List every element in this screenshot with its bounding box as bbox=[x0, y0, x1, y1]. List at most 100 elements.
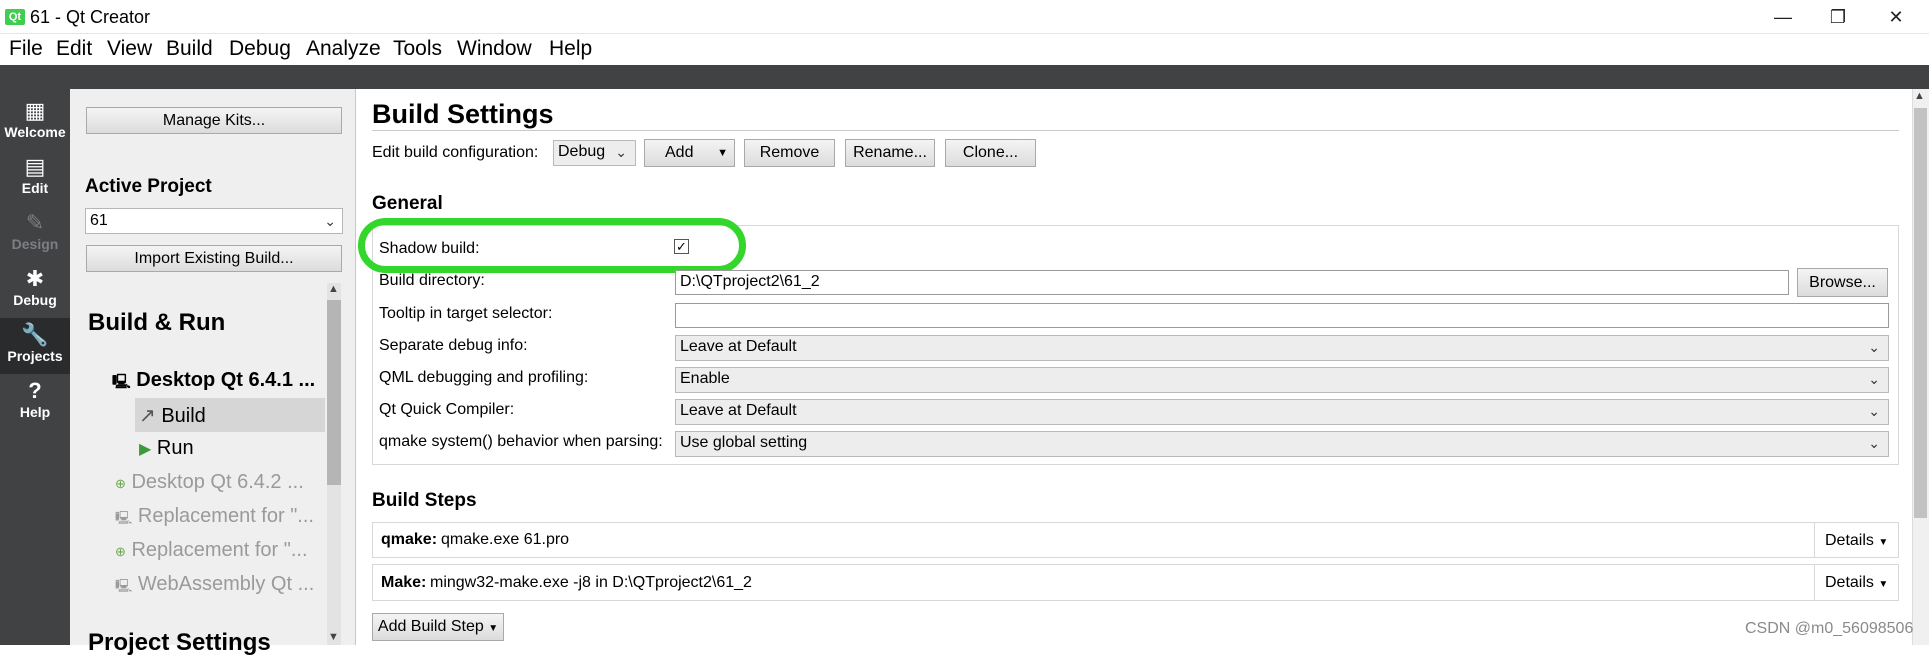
menu-file[interactable]: File bbox=[9, 37, 43, 61]
active-project-value: 61 bbox=[90, 212, 108, 229]
manage-kits-button[interactable]: Manage Kits... bbox=[86, 107, 342, 134]
chevron-down-icon: ⌄ bbox=[1868, 371, 1880, 387]
step-details-button[interactable]: Details ▼ bbox=[1825, 574, 1888, 592]
menu-view[interactable]: View bbox=[107, 37, 152, 61]
qmake-behavior-select[interactable]: Use global setting ⌄ bbox=[675, 431, 1889, 457]
build-run-heading: Build & Run bbox=[88, 309, 226, 336]
kit-desktop-642[interactable]: ⊕ Desktop Qt 6.4.2 ... bbox=[115, 471, 304, 494]
add-button-label: Add bbox=[665, 144, 694, 161]
qmake-behavior-value: Use global setting bbox=[680, 434, 808, 451]
menu-window[interactable]: Window bbox=[457, 37, 532, 61]
edit-config-label: Edit build configuration: bbox=[372, 144, 539, 161]
kit-replacement-1[interactable]: 🖳 Replacement for "... bbox=[115, 505, 314, 531]
step-divider bbox=[1814, 523, 1815, 557]
page-title: Build Settings bbox=[372, 99, 554, 129]
menu-build[interactable]: Build bbox=[166, 37, 213, 61]
details-label: Details bbox=[1825, 574, 1874, 591]
minimize-icon[interactable]: — bbox=[1766, 4, 1800, 30]
add-build-step-button[interactable]: Add Build Step ▼ bbox=[372, 613, 504, 641]
sidebar-scroll-thumb[interactable] bbox=[327, 300, 341, 485]
scroll-down-icon[interactable]: ▼ bbox=[328, 631, 339, 643]
mode-label: Projects bbox=[7, 348, 63, 364]
kit-desktop-641[interactable]: 🖳 Desktop Qt 6.4.1 ... bbox=[112, 369, 315, 395]
tooltip-input[interactable] bbox=[675, 303, 1889, 328]
sep-debug-select[interactable]: Leave at Default ⌄ bbox=[675, 335, 1889, 361]
qmake-behavior-label: qmake system() behavior when parsing: bbox=[379, 433, 663, 450]
grid-icon: ▦ bbox=[24, 98, 46, 123]
kit-label: WebAssembly Qt ... bbox=[137, 573, 315, 595]
step-details-button[interactable]: Details ▼ bbox=[1825, 532, 1888, 550]
kit-build-item[interactable]: ↗ Build bbox=[139, 403, 206, 428]
add-kit-icon: ⊕ bbox=[115, 544, 126, 559]
menu-debug[interactable]: Debug bbox=[229, 37, 291, 61]
active-project-combo[interactable]: 61 ⌄ bbox=[85, 208, 343, 234]
build-steps-heading: Build Steps bbox=[372, 490, 477, 511]
kit-replacement-2[interactable]: ⊕ Replacement for "... bbox=[115, 539, 308, 562]
kit-label: Desktop Qt 6.4.1 ... bbox=[136, 369, 316, 391]
main-scroll-thumb[interactable] bbox=[1914, 108, 1927, 518]
add-config-button[interactable]: Add ▼ bbox=[644, 139, 735, 167]
kit-run-item[interactable]: ▶ Run bbox=[139, 437, 194, 460]
mode-debug[interactable]: ✱ Debug bbox=[0, 262, 70, 318]
mode-label: Design bbox=[11, 236, 59, 252]
sep-debug-label: Separate debug info: bbox=[379, 337, 528, 354]
quick-compiler-label: Qt Quick Compiler: bbox=[379, 401, 515, 418]
build-config-value: Debug bbox=[558, 143, 606, 160]
build-step-qmake[interactable]: qmake: qmake.exe 61.pro Details ▼ bbox=[372, 522, 1899, 558]
mode-label: Welcome bbox=[4, 124, 66, 140]
tooltip-label: Tooltip in target selector: bbox=[379, 305, 553, 322]
quick-compiler-select[interactable]: Leave at Default ⌄ bbox=[675, 399, 1889, 425]
menu-help[interactable]: Help bbox=[549, 37, 592, 61]
project-settings-heading: Project Settings bbox=[88, 629, 271, 656]
build-config-select[interactable]: Debug ⌄ bbox=[553, 140, 636, 166]
menu-tools[interactable]: Tools bbox=[393, 37, 442, 61]
browse-button[interactable]: Browse... bbox=[1797, 268, 1888, 297]
kit-webassembly[interactable]: 🖳 WebAssembly Qt ... bbox=[115, 573, 314, 599]
document-icon: ▤ bbox=[24, 154, 46, 179]
qml-debug-label: QML debugging and profiling: bbox=[379, 369, 589, 386]
mode-edit[interactable]: ▤ Edit bbox=[0, 150, 70, 206]
add-kit-icon: ⊕ bbox=[115, 476, 126, 491]
mode-help[interactable]: ? Help bbox=[0, 374, 70, 430]
dropdown-arrow-icon: ▼ bbox=[717, 147, 728, 159]
step-divider bbox=[1814, 565, 1815, 600]
scroll-up-icon[interactable]: ▲ bbox=[328, 283, 339, 295]
kit-label: Replacement for "... bbox=[137, 505, 314, 527]
mode-label: Debug bbox=[13, 292, 57, 308]
remove-config-button[interactable]: Remove bbox=[744, 139, 835, 167]
chevron-down-icon: ⌄ bbox=[1868, 435, 1880, 451]
clone-config-button[interactable]: Clone... bbox=[945, 139, 1036, 167]
bug-icon: ✱ bbox=[25, 266, 45, 291]
step-detail: mingw32-make.exe -j8 in D:\QTproject2\61… bbox=[430, 574, 752, 591]
chevron-down-icon: ⌄ bbox=[1868, 403, 1880, 419]
mode-label: Help bbox=[19, 404, 51, 420]
rename-config-button[interactable]: Rename... bbox=[845, 139, 935, 167]
dropdown-arrow-icon: ▼ bbox=[1878, 537, 1889, 548]
title-bar bbox=[0, 0, 1929, 34]
play-icon: ▶ bbox=[139, 441, 152, 458]
mode-welcome[interactable]: ▦ Welcome bbox=[0, 94, 70, 150]
quick-compiler-value: Leave at Default bbox=[680, 402, 797, 419]
maximize-icon[interactable]: ❐ bbox=[1821, 4, 1855, 30]
build-dir-input[interactable]: D:\QTproject2\61_2 bbox=[675, 270, 1789, 295]
scroll-up-icon[interactable]: ▲ bbox=[1914, 90, 1925, 102]
monitor-icon: 🖳 bbox=[112, 373, 131, 389]
watermark-text: CSDN @m0_56098506 bbox=[1745, 620, 1914, 637]
kit-label: Replacement for "... bbox=[131, 539, 308, 561]
menu-edit[interactable]: Edit bbox=[56, 37, 92, 61]
mode-design[interactable]: ✎ Design bbox=[0, 206, 70, 262]
monitor-icon: 🖳 bbox=[115, 578, 133, 593]
general-heading: General bbox=[372, 193, 443, 214]
menu-analyze[interactable]: Analyze bbox=[306, 37, 381, 61]
import-build-button[interactable]: Import Existing Build... bbox=[86, 245, 342, 272]
pencil-icon: ✎ bbox=[25, 210, 45, 235]
qml-debug-value: Enable bbox=[680, 370, 730, 387]
qml-debug-select[interactable]: Enable ⌄ bbox=[675, 367, 1889, 393]
dropdown-arrow-icon: ▼ bbox=[488, 623, 499, 634]
build-step-make[interactable]: Make: mingw32-make.exe -j8 in D:\QTproje… bbox=[372, 564, 1899, 601]
title-divider bbox=[372, 130, 1899, 131]
close-icon[interactable]: ✕ bbox=[1879, 4, 1913, 30]
step-name: qmake: bbox=[381, 531, 438, 548]
step-detail: qmake.exe 61.pro bbox=[441, 531, 570, 548]
mode-projects[interactable]: 🔧 Projects bbox=[0, 318, 70, 374]
